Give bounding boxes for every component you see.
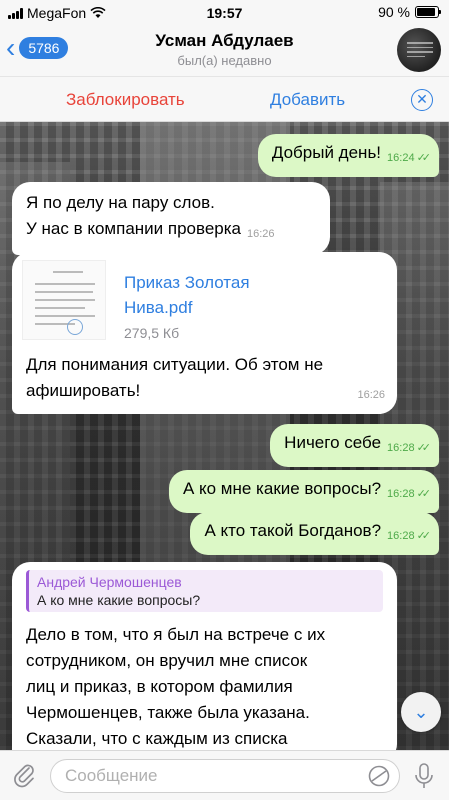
- message-line: лиц и приказ, в котором фамилия: [26, 677, 293, 696]
- double-check-icon: ✓✓: [416, 488, 432, 500]
- close-icon[interactable]: ✕: [411, 89, 433, 111]
- double-check-icon: ✓✓: [416, 152, 432, 164]
- incoming-document-message[interactable]: Приказ Золотая Нива.pdf 279,5 Кб Для пон…: [12, 252, 397, 414]
- message-text: А кто такой Богданов?: [204, 521, 382, 540]
- message-line: Для понимания ситуации. Об этом не: [26, 355, 324, 374]
- chat-header: ‹ 5786 Усман Абдулаев был(а) недавно: [0, 26, 449, 76]
- outgoing-message[interactable]: Ничего себе 16:28 ✓✓: [270, 424, 439, 467]
- battery-icon: [415, 6, 441, 18]
- block-button[interactable]: Заблокировать: [66, 90, 185, 110]
- chat-area[interactable]: Добрый день! 16:24 ✓✓ Я по делу на пару сл…: [0, 122, 449, 750]
- microphone-icon[interactable]: [413, 762, 435, 790]
- chevron-down-icon: ⌄: [413, 702, 429, 722]
- chat-title-area[interactable]: Усман Абдулаев был(а) недавно: [0, 31, 449, 68]
- reply-preview[interactable]: Андрей Чермошенцев А ко мне какие вопрос…: [26, 570, 383, 612]
- message-line: У нас в компании проверка 16:26: [26, 216, 316, 247]
- message-time: 16:26: [357, 389, 385, 401]
- document-size: 279,5 Кб: [124, 325, 180, 341]
- reply-text: А ко мне какие вопросы?: [37, 592, 201, 608]
- message-line: Я по делу на пару слов.: [26, 193, 215, 212]
- incoming-reply-message[interactable]: Андрей Чермошенцев А ко мне какие вопрос…: [12, 562, 397, 750]
- document-filename[interactable]: Приказ Золотая Нива.pdf: [124, 270, 250, 320]
- sticker-icon[interactable]: [368, 765, 390, 787]
- double-check-icon: ✓✓: [416, 442, 432, 454]
- message-line: Чермошенцев, также была указана.: [26, 703, 310, 722]
- message-text: А ко мне какие вопросы?: [182, 479, 382, 498]
- message-time: 16:28 ✓✓: [387, 488, 432, 500]
- unknown-contact-action-bar: Заблокировать Добавить ✕: [0, 76, 449, 122]
- reply-author: Андрей Чермошенцев: [37, 574, 182, 590]
- battery-percent: 90 %: [378, 4, 410, 20]
- outgoing-message[interactable]: А ко мне какие вопросы? 16:28 ✓✓: [168, 470, 439, 513]
- message-time: 16:28 ✓✓: [387, 442, 432, 454]
- message-time: 16:24 ✓✓: [387, 152, 432, 164]
- message-line: Сказали, что с каждым из списка: [26, 729, 288, 748]
- last-seen-status: был(а) недавно: [177, 53, 272, 68]
- message-input[interactable]: Сообщение: [50, 759, 400, 793]
- scroll-to-bottom-button[interactable]: ⌄: [401, 692, 441, 732]
- incoming-message[interactable]: Я по делу на пару слов. У нас в компании…: [12, 182, 330, 255]
- message-time: 16:26: [247, 228, 275, 240]
- outgoing-message[interactable]: А кто такой Богданов? 16:28 ✓✓: [190, 512, 439, 555]
- avatar[interactable]: [397, 28, 441, 72]
- message-time: 16:28 ✓✓: [387, 530, 432, 542]
- message-input-bar: Сообщение: [0, 750, 449, 800]
- double-check-icon: ✓✓: [416, 530, 432, 542]
- status-bar: MegaFon 19:57 90 %: [0, 0, 449, 26]
- message-text: Добрый день!: [271, 143, 382, 162]
- outgoing-message[interactable]: Добрый день! 16:24 ✓✓: [257, 134, 439, 177]
- contact-name: Усман Абдулаев: [155, 31, 294, 50]
- document-thumbnail[interactable]: [22, 260, 106, 340]
- message-line: Дело в том, что я был на встрече с их: [26, 625, 326, 644]
- message-placeholder: Сообщение: [65, 766, 158, 785]
- paperclip-icon[interactable]: [12, 762, 38, 788]
- message-text: Ничего себе: [284, 433, 382, 452]
- stamp-icon: [67, 319, 83, 335]
- message-line: афишировать!: [26, 381, 141, 400]
- message-line: сотрудником, он вручил мне список: [26, 651, 308, 670]
- add-contact-button[interactable]: Добавить: [270, 90, 345, 110]
